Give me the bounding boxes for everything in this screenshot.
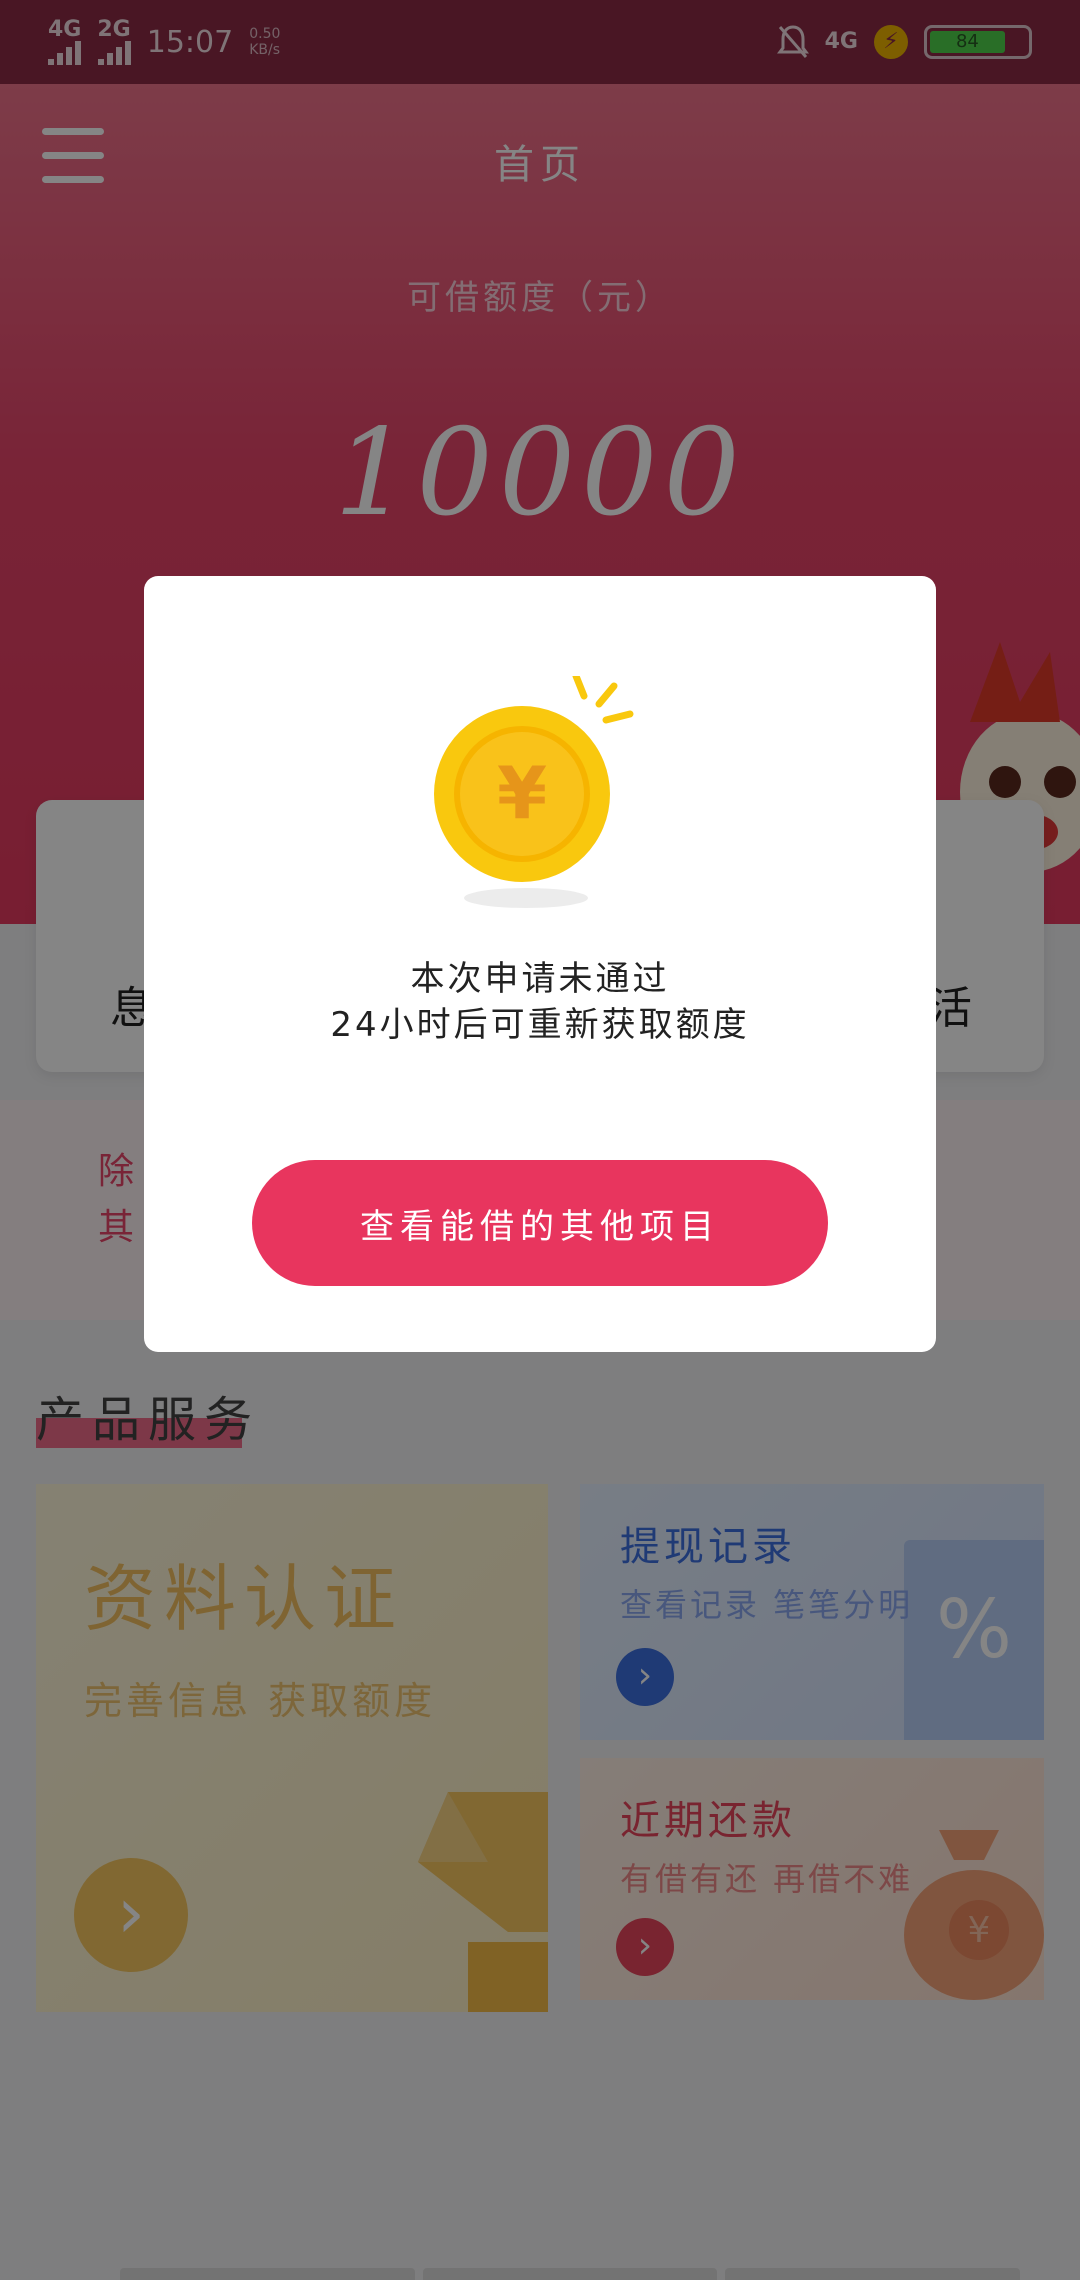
dialog-message-line-2: 24小时后可重新获取额度 — [330, 1005, 750, 1045]
rejection-dialog: ¥ 本次申请未通过 24小时后可重新获取额度 查看能借的其他项目 — [144, 576, 936, 1352]
dialog-message: 本次申请未通过 24小时后可重新获取额度 — [144, 956, 936, 1048]
section-title: 产品服务 — [36, 1392, 261, 1448]
svg-text:¥: ¥ — [497, 751, 547, 835]
yen-coin-icon: ¥ — [434, 676, 634, 908]
dialog-message-line-1: 本次申请未通过 — [410, 959, 670, 999]
view-other-projects-button[interactable]: 查看能借的其他项目 — [252, 1160, 828, 1286]
